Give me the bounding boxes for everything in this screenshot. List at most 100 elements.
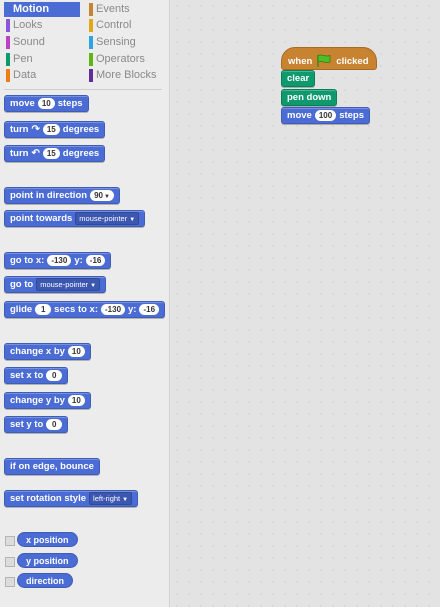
direction-reporter[interactable]: direction bbox=[17, 573, 74, 588]
rotate-clockwise-icon: ↷ bbox=[31, 124, 40, 135]
block-text: y: bbox=[128, 304, 137, 315]
x-input[interactable]: -130 bbox=[101, 304, 126, 315]
category-label: Events bbox=[96, 3, 130, 15]
block-text: turn bbox=[10, 124, 29, 135]
pen-color-swatch bbox=[6, 53, 10, 66]
value-input[interactable]: 10 bbox=[67, 395, 85, 406]
green-flag-icon bbox=[317, 54, 331, 67]
target-dropdown[interactable]: mouse-pointer ▼ bbox=[75, 212, 140, 225]
category-sensing[interactable]: Sensing bbox=[87, 35, 167, 50]
y-position-checkbox[interactable] bbox=[5, 557, 15, 567]
secs-input[interactable]: 1 bbox=[35, 304, 52, 315]
change-y-block[interactable]: change y by 10 bbox=[4, 392, 91, 409]
category-label: Operators bbox=[96, 53, 145, 65]
category-label: Looks bbox=[13, 19, 43, 31]
target-dropdown[interactable]: mouse-pointer ▼ bbox=[36, 278, 101, 291]
chevron-down-icon: ▼ bbox=[122, 497, 129, 503]
rotation-style-value: left-right bbox=[93, 494, 121, 503]
edge-bounce-block[interactable]: if on edge, bounce bbox=[4, 458, 100, 475]
block-text: pen down bbox=[287, 92, 332, 103]
category-events[interactable]: Events bbox=[87, 2, 167, 17]
set-y-block[interactable]: set y to 0 bbox=[4, 416, 69, 433]
y-input[interactable]: -16 bbox=[85, 255, 106, 266]
category-label: More Blocks bbox=[96, 69, 157, 81]
turn-left-block[interactable]: turn ↶ 15 degrees bbox=[4, 145, 106, 162]
move-steps-block-script[interactable]: move 100 steps bbox=[281, 107, 371, 124]
data-color-swatch bbox=[6, 69, 10, 82]
block-text: if on edge, bounce bbox=[10, 461, 94, 472]
steps-input[interactable]: 10 bbox=[37, 98, 55, 109]
x-position-reporter[interactable]: x position bbox=[17, 532, 78, 547]
category-more-blocks[interactable]: More Blocks bbox=[87, 68, 167, 83]
block-text: degrees bbox=[62, 124, 100, 135]
degrees-input[interactable]: 15 bbox=[42, 124, 60, 135]
direction-value: 90 bbox=[94, 191, 103, 200]
value-input[interactable]: 0 bbox=[46, 419, 63, 430]
more-blocks-color-swatch bbox=[89, 69, 93, 82]
category-looks[interactable]: Looks bbox=[4, 18, 80, 33]
change-x-block[interactable]: change x by 10 bbox=[4, 343, 91, 360]
block-text: turn bbox=[10, 148, 29, 159]
category-sound[interactable]: Sound bbox=[4, 35, 80, 50]
block-text: glide bbox=[10, 304, 33, 315]
block-text: degrees bbox=[62, 148, 100, 159]
block-text: secs to x: bbox=[54, 304, 98, 315]
category-label: Data bbox=[13, 69, 37, 81]
turn-right-block[interactable]: turn ↷ 15 degrees bbox=[4, 121, 106, 138]
operators-color-swatch bbox=[89, 53, 93, 66]
when-flag-clicked-block[interactable]: when clicked bbox=[281, 47, 377, 70]
sensing-color-swatch bbox=[89, 36, 93, 49]
set-rotation-style-block[interactable]: set rotation style left-right ▼ bbox=[4, 490, 139, 507]
y-input[interactable]: -16 bbox=[139, 304, 160, 315]
go-to-xy-block[interactable]: go to x: -130 y: -16 bbox=[4, 252, 112, 269]
block-text: steps bbox=[57, 98, 83, 109]
target-value: mouse-pointer bbox=[40, 280, 89, 289]
block-text: set y to bbox=[10, 419, 44, 430]
block-text: when bbox=[288, 55, 313, 67]
target-value: mouse-pointer bbox=[79, 214, 128, 223]
point-towards-block[interactable]: point towards mouse-pointer ▼ bbox=[4, 210, 146, 227]
category-operators[interactable]: Operators bbox=[87, 52, 167, 67]
steps-input[interactable]: 100 bbox=[314, 110, 337, 121]
x-input[interactable]: -130 bbox=[47, 255, 72, 266]
clear-block[interactable]: clear bbox=[281, 70, 316, 87]
block-text: set x to bbox=[10, 370, 44, 381]
direction-dropdown[interactable]: 90▼ bbox=[90, 190, 114, 201]
block-text: y: bbox=[74, 255, 83, 266]
block-text: clear bbox=[287, 73, 310, 84]
rotation-style-dropdown[interactable]: left-right ▼ bbox=[89, 492, 133, 505]
point-in-direction-block[interactable]: point in direction 90▼ bbox=[4, 187, 120, 204]
y-position-reporter[interactable]: y position bbox=[17, 553, 78, 568]
category-selector: Motion Looks Sound Pen Data Events Contr… bbox=[0, 0, 170, 84]
block-text: move bbox=[287, 110, 312, 121]
degrees-input[interactable]: 15 bbox=[42, 148, 60, 159]
category-motion[interactable]: Motion bbox=[4, 2, 80, 17]
set-x-block[interactable]: set x to 0 bbox=[4, 367, 69, 384]
chevron-down-icon: ▼ bbox=[129, 217, 136, 223]
rotate-counterclockwise-icon: ↶ bbox=[31, 148, 40, 159]
category-label: Motion bbox=[13, 3, 50, 15]
events-color-swatch bbox=[89, 3, 93, 16]
direction-checkbox[interactable] bbox=[5, 577, 15, 587]
category-pen[interactable]: Pen bbox=[4, 52, 80, 67]
block-text: point towards bbox=[10, 213, 73, 224]
block-text: point in direction bbox=[10, 190, 88, 201]
block-text: change x by bbox=[10, 346, 65, 357]
value-input[interactable]: 10 bbox=[67, 346, 85, 357]
chevron-down-icon: ▼ bbox=[103, 194, 110, 200]
move-steps-block[interactable]: move 10 steps bbox=[4, 95, 89, 112]
category-data[interactable]: Data bbox=[4, 68, 80, 83]
go-to-block[interactable]: go to mouse-pointer ▼ bbox=[4, 276, 107, 293]
block-palette: Motion Looks Sound Pen Data Events Contr… bbox=[0, 0, 170, 607]
block-text: go to x: bbox=[10, 255, 45, 266]
block-text: move bbox=[10, 98, 35, 109]
category-divider bbox=[4, 89, 162, 90]
category-control[interactable]: Control bbox=[87, 18, 167, 33]
glide-block[interactable]: glide 1 secs to x: -130 y: -16 bbox=[4, 301, 166, 318]
value-input[interactable]: 0 bbox=[46, 370, 63, 381]
x-position-checkbox[interactable] bbox=[5, 536, 15, 546]
category-label: Control bbox=[96, 19, 132, 31]
block-text: clicked bbox=[336, 55, 369, 67]
category-label: Sensing bbox=[96, 36, 136, 48]
pen-down-block[interactable]: pen down bbox=[281, 89, 338, 106]
